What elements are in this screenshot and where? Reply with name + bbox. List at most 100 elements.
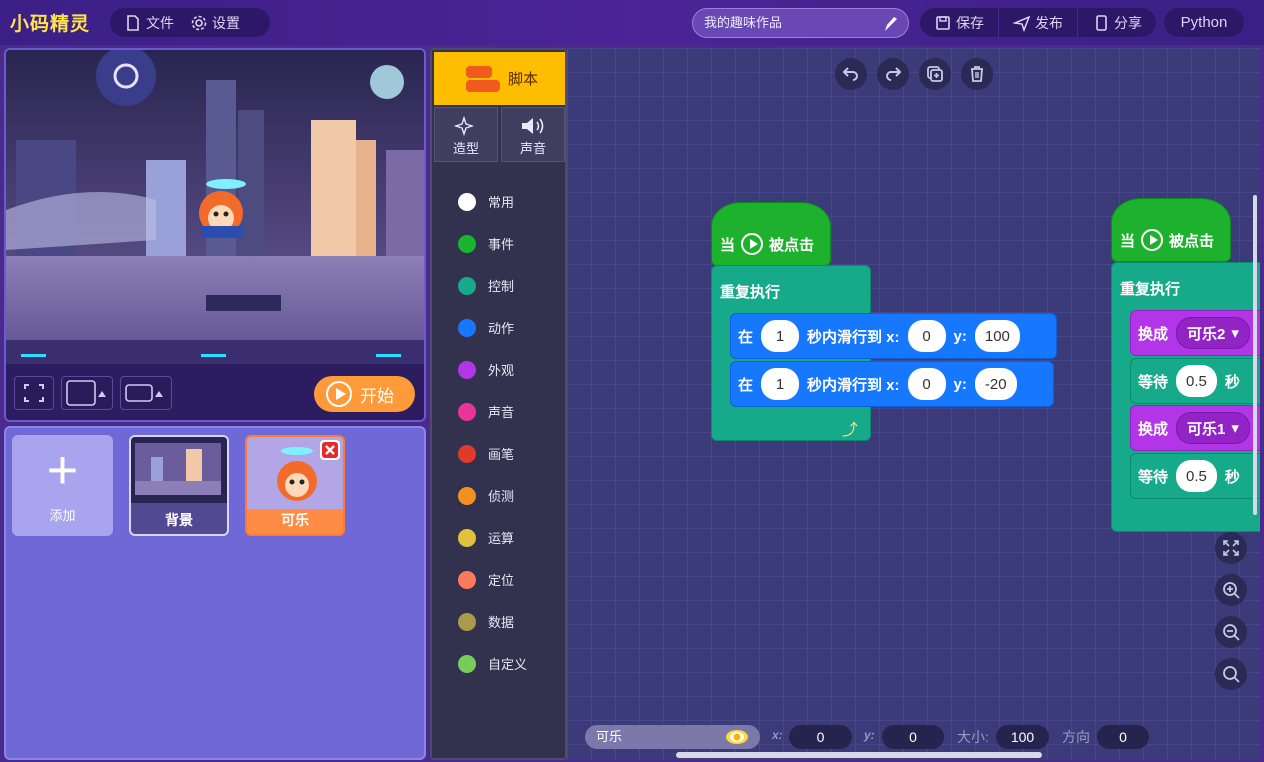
size-label: 大小: xyxy=(957,729,989,745)
phone-icon xyxy=(1096,14,1107,31)
publish-button[interactable]: 发布 xyxy=(999,8,1077,37)
category-dot-icon xyxy=(458,234,476,253)
delete-button[interactable] xyxy=(961,58,993,90)
wait-block[interactable]: 等待 0.5 秒 xyxy=(1130,453,1260,499)
category-item[interactable]: 控制 xyxy=(458,276,514,295)
add-sprite-button[interactable]: + 添加 xyxy=(12,435,113,536)
x-input[interactable]: 0 xyxy=(907,368,946,400)
sprite-name: 可乐 xyxy=(281,512,309,528)
background-thumbnail xyxy=(131,437,227,503)
trash-icon xyxy=(971,66,983,82)
zoom-in-button[interactable] xyxy=(1215,574,1247,606)
block-text: 在 xyxy=(738,328,754,346)
script-blocks-icon xyxy=(466,65,500,92)
undo-button[interactable] xyxy=(835,58,867,90)
category-label: 动作 xyxy=(488,321,515,336)
costume-dropdown[interactable]: 可乐2 ▾ xyxy=(1176,317,1250,349)
category-item[interactable]: 画笔 xyxy=(458,444,514,463)
add-sprite-label: 添加 xyxy=(49,508,76,523)
eye-icon[interactable] xyxy=(725,729,749,745)
dropdown-value: 可乐2 xyxy=(1187,325,1226,343)
tab-script[interactable]: 脚本 xyxy=(434,52,565,105)
stage-canvas[interactable] xyxy=(6,50,424,364)
category-item[interactable]: 声音 xyxy=(458,402,514,421)
switch-costume-block[interactable]: 换成 可乐2 ▾ xyxy=(1130,310,1260,356)
share-button[interactable]: 分享 xyxy=(1078,8,1156,37)
app-logo[interactable]: 小码精灵 xyxy=(10,9,90,36)
top-bar: 小码精灵 文件 设置 我的趣味作品 保存 发布 分享 Python xyxy=(0,0,1264,45)
category-item[interactable]: 事件 xyxy=(458,234,514,253)
category-item[interactable]: 运算 xyxy=(458,528,514,547)
fullscreen-button[interactable] xyxy=(14,376,54,410)
when-clicked-block[interactable]: 当 被点击 xyxy=(1111,198,1231,262)
size-input[interactable]: 100 xyxy=(996,725,1049,749)
y-input[interactable]: 100 xyxy=(974,320,1020,352)
horizontal-scrollbar[interactable] xyxy=(676,752,1042,758)
direction-input[interactable]: 0 xyxy=(1097,725,1149,749)
sprite-tile-cola[interactable]: 可乐 xyxy=(245,435,345,536)
duplicate-button[interactable] xyxy=(919,58,951,90)
large-stage-icon xyxy=(125,384,163,402)
category-item[interactable]: 侦测 xyxy=(458,486,514,505)
fit-screen-button[interactable] xyxy=(1215,532,1247,564)
close-icon[interactable] xyxy=(319,439,341,461)
zoom-in-icon xyxy=(1223,582,1240,599)
block-text: 换成 xyxy=(1138,325,1169,343)
category-dot-icon xyxy=(458,276,476,295)
pencil-icon xyxy=(885,17,897,31)
sprite-tile-background[interactable]: 背景 xyxy=(129,435,229,536)
x-position-input[interactable]: 0 xyxy=(789,725,852,749)
y-input[interactable]: -20 xyxy=(974,368,1017,400)
glide-block[interactable]: 在 1 秒内滑行到 x: 0 y: -20 xyxy=(730,361,1054,407)
category-dot-icon xyxy=(458,318,476,337)
sprite-name-value: 可乐 xyxy=(596,729,623,744)
small-stage-button[interactable] xyxy=(61,376,113,410)
project-title-input[interactable]: 我的趣味作品 xyxy=(692,8,909,38)
dropdown-arrow-icon: ▾ xyxy=(1231,420,1239,437)
tab-script-label: 脚本 xyxy=(508,71,539,88)
category-item[interactable]: 自定义 xyxy=(458,654,527,673)
category-item[interactable]: 外观 xyxy=(458,360,514,379)
script-canvas[interactable]: 当 被点击 重复执行 ⤴ 在 1 秒内滑行到 x: 0 y: 100 在 1 秒… xyxy=(567,48,1260,760)
category-item[interactable]: 常用 xyxy=(458,192,514,211)
category-item[interactable]: 动作 xyxy=(458,318,514,337)
file-menu-button[interactable]: 文件 xyxy=(110,8,188,37)
category-label: 自定义 xyxy=(488,657,528,672)
y-position-input[interactable]: 0 xyxy=(882,725,944,749)
glide-block[interactable]: 在 1 秒内滑行到 x: 0 y: 100 xyxy=(730,313,1057,359)
save-button[interactable]: 保存 xyxy=(920,8,998,37)
redo-button[interactable] xyxy=(877,58,909,90)
duplicate-icon xyxy=(927,66,943,82)
settings-menu-label: 设置 xyxy=(212,14,240,31)
wait-block[interactable]: 等待 0.5 秒 xyxy=(1130,358,1260,404)
block-text: 秒 xyxy=(1224,373,1240,391)
category-item[interactable]: 数据 xyxy=(458,612,514,631)
block-text: y: xyxy=(953,327,967,345)
block-text: 等待 xyxy=(1138,373,1169,391)
plus-icon: + xyxy=(46,440,79,500)
wait-seconds-input[interactable]: 0.5 xyxy=(1176,460,1217,492)
large-stage-button[interactable] xyxy=(120,376,172,410)
tab-sound-label: 声音 xyxy=(519,141,546,156)
settings-menu-button[interactable]: 设置 xyxy=(188,8,254,37)
seconds-input[interactable]: 1 xyxy=(761,368,800,400)
when-clicked-block[interactable]: 当 被点击 xyxy=(711,202,831,266)
category-item[interactable]: 定位 xyxy=(458,570,514,589)
x-input[interactable]: 0 xyxy=(907,320,946,352)
zoom-reset-button[interactable] xyxy=(1215,658,1247,690)
zoom-out-button[interactable] xyxy=(1215,616,1247,648)
switch-costume-block[interactable]: 换成 可乐1 ▾ xyxy=(1130,405,1260,451)
category-dot-icon xyxy=(458,612,476,631)
tab-costume[interactable]: 造型 xyxy=(434,107,498,162)
python-button[interactable]: Python xyxy=(1164,8,1244,37)
category-label: 定位 xyxy=(488,573,515,588)
costume-dropdown[interactable]: 可乐1 ▾ xyxy=(1176,412,1250,444)
start-button[interactable]: 开始 xyxy=(314,376,415,412)
tab-costume-label: 造型 xyxy=(452,141,479,156)
seconds-input[interactable]: 1 xyxy=(761,320,800,352)
vertical-scrollbar[interactable] xyxy=(1253,195,1257,515)
wait-seconds-input[interactable]: 0.5 xyxy=(1176,365,1217,397)
project-actions: 保存 发布 分享 xyxy=(920,8,1156,37)
tab-sound[interactable]: 声音 xyxy=(501,107,565,162)
block-text: 被点击 xyxy=(769,236,815,254)
